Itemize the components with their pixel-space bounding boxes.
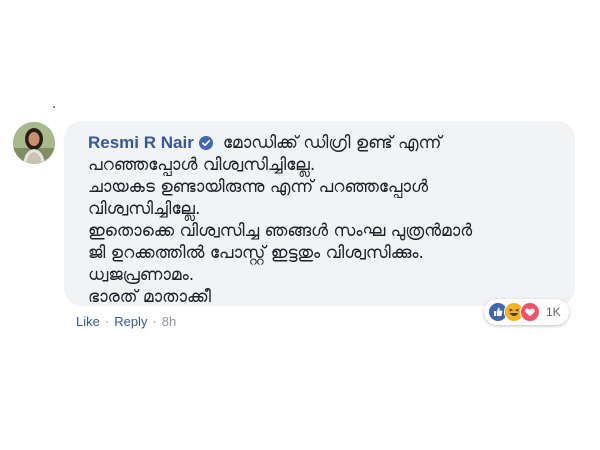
comment-line: വിശ്വസിച്ചില്ലേ. bbox=[88, 199, 201, 219]
separator: · bbox=[104, 314, 110, 329]
comment-line: മോഡിക്ക് ഡിഗ്രി ഉണ്ട് എന്ന് bbox=[222, 133, 442, 153]
comment-line: ചായകട ഉണ്ടായിരുന്നു എന്ന് പറഞ്ഞപ്പോൾ bbox=[88, 177, 429, 197]
like-link[interactable]: Like bbox=[76, 314, 100, 329]
reactions-summary[interactable]: 1K bbox=[484, 299, 569, 325]
timestamp[interactable]: 8h bbox=[162, 314, 176, 329]
love-reaction-icon bbox=[520, 302, 540, 322]
comment-line: ധ്വജപ്രണാമം. bbox=[88, 265, 195, 285]
comment-line: ഇതൊക്കെ വിശ്വസിച്ച ഞങ്ങൾ സംഘ പുത്രൻമാർ bbox=[88, 221, 473, 241]
comment-line: ജി ഉറക്കത്തിൽ പോസ്റ്റ് ഇട്ടതും വിശ്വസിക്… bbox=[88, 243, 424, 263]
reply-link[interactable]: Reply bbox=[114, 314, 147, 329]
reaction-count: 1K bbox=[546, 305, 561, 319]
avatar[interactable] bbox=[13, 122, 55, 164]
comment-bubble: Resmi R Nair മോഡിക്ക് ഡിഗ്രി ഉണ്ട് എന്ന്… bbox=[64, 121, 575, 307]
verified-check-icon bbox=[198, 136, 213, 150]
avatar-photo-icon bbox=[13, 122, 55, 164]
stray-dot bbox=[53, 106, 55, 108]
comment-line: പറഞ്ഞപ്പോൾ വിശ്വസിച്ചില്ലേ. bbox=[88, 155, 316, 175]
comment-actions: Like · Reply · 8h bbox=[76, 314, 176, 329]
author-name[interactable]: Resmi R Nair bbox=[88, 133, 194, 153]
separator: · bbox=[152, 314, 157, 329]
